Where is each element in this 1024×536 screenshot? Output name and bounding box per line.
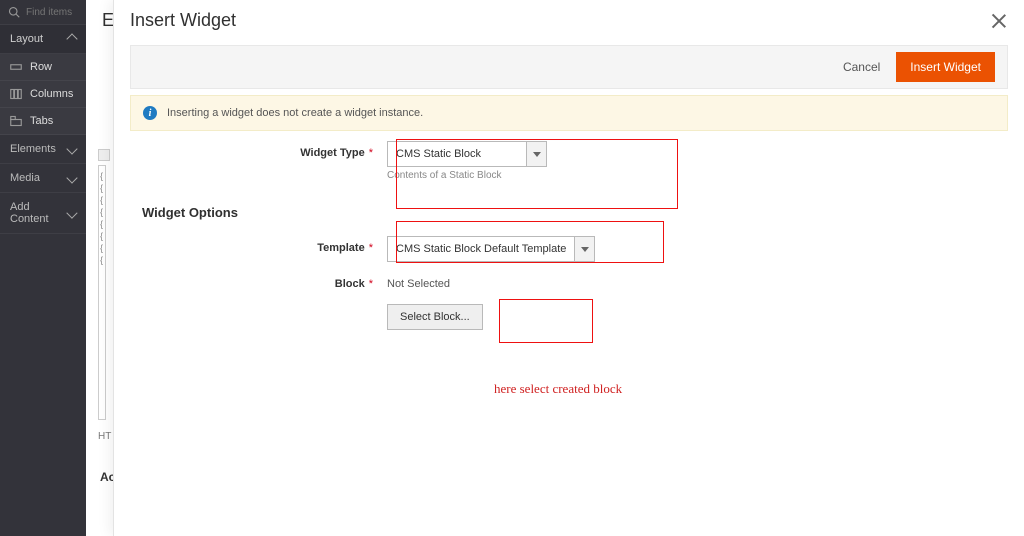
sidebar-item-columns[interactable]: Columns: [0, 81, 86, 108]
row-widget-type: Widget Type* CMS Static Block Contents o…: [142, 141, 996, 181]
widget-options-heading: Widget Options: [142, 205, 996, 220]
info-icon: i: [143, 106, 157, 120]
chevron-down-icon: [66, 143, 77, 154]
required-star: *: [369, 242, 373, 254]
search-icon: [8, 6, 20, 18]
sidebar-search[interactable]: [0, 0, 86, 25]
sidebar-search-input[interactable]: [26, 7, 76, 18]
modal-action-bar: Cancel Insert Widget: [130, 45, 1008, 89]
sidebar-section-layout[interactable]: Layout: [0, 25, 86, 54]
columns-icon: [10, 88, 22, 100]
row-block: Block* Not Selected: [142, 272, 996, 290]
modal-title: Insert Widget: [130, 10, 236, 31]
insert-widget-modal: Insert Widget Cancel Insert Widget i Ins…: [113, 0, 1024, 536]
template-select[interactable]: CMS Static Block Default Template: [387, 236, 595, 262]
sidebar-section-label: Media: [10, 172, 40, 184]
insert-widget-button[interactable]: Insert Widget: [896, 52, 995, 82]
info-banner: i Inserting a widget does not create a w…: [130, 95, 1008, 131]
sidebar-item-row[interactable]: Row: [0, 54, 86, 81]
caret-down-icon: [533, 152, 541, 157]
sidebar-section-add-content[interactable]: Add Content: [0, 193, 86, 234]
sidebar-section-label: Layout: [10, 33, 43, 45]
required-star: *: [369, 278, 373, 290]
row-select-block: Select Block...: [142, 304, 996, 330]
caret-down-icon: [581, 247, 589, 252]
row-template: Template* CMS Static Block Default Templ…: [142, 236, 996, 262]
info-text: Inserting a widget does not create a wid…: [167, 107, 423, 119]
select-dropdown-button[interactable]: [527, 141, 547, 167]
modal-form: Widget Type* CMS Static Block Contents o…: [142, 141, 996, 330]
chevron-up-icon: [66, 33, 77, 44]
close-icon[interactable]: [990, 12, 1008, 30]
template-value: CMS Static Block Default Template: [387, 236, 575, 262]
sidebar-item-label: Row: [30, 61, 52, 73]
code-editor-fragment: {{{{{{{{: [98, 165, 106, 420]
required-star: *: [369, 147, 373, 159]
template-label: Template*: [142, 236, 387, 254]
cancel-button[interactable]: Cancel: [839, 54, 884, 80]
chevron-down-icon: [66, 172, 77, 183]
admin-sidebar: Layout Row Columns Tabs Elements Media A…: [0, 0, 86, 536]
widget-type-helper: Contents of a Static Block: [387, 170, 547, 181]
sidebar-item-label: Tabs: [30, 115, 53, 127]
select-dropdown-button[interactable]: [575, 236, 595, 262]
sidebar-section-label: Elements: [10, 143, 56, 155]
block-value: Not Selected: [387, 272, 450, 290]
widget-type-select[interactable]: CMS Static Block: [387, 141, 547, 167]
modal-header: Insert Widget: [114, 0, 1024, 45]
annotation-text: here select created block: [494, 381, 622, 397]
sidebar-item-tabs[interactable]: Tabs: [0, 108, 86, 135]
row-icon: [10, 61, 22, 73]
sidebar-section-media[interactable]: Media: [0, 164, 86, 193]
block-label: Block*: [142, 272, 387, 290]
sidebar-section-elements[interactable]: Elements: [0, 135, 86, 164]
select-block-button[interactable]: Select Block...: [387, 304, 483, 330]
tabs-icon: [10, 115, 22, 127]
widget-type-label: Widget Type*: [142, 141, 387, 159]
toolbar-fragment: [98, 149, 110, 161]
html-tab-fragment: HT: [98, 431, 111, 442]
sidebar-item-label: Columns: [30, 88, 73, 100]
widget-type-value: CMS Static Block: [387, 141, 527, 167]
sidebar-section-label: Add Content: [10, 201, 68, 225]
